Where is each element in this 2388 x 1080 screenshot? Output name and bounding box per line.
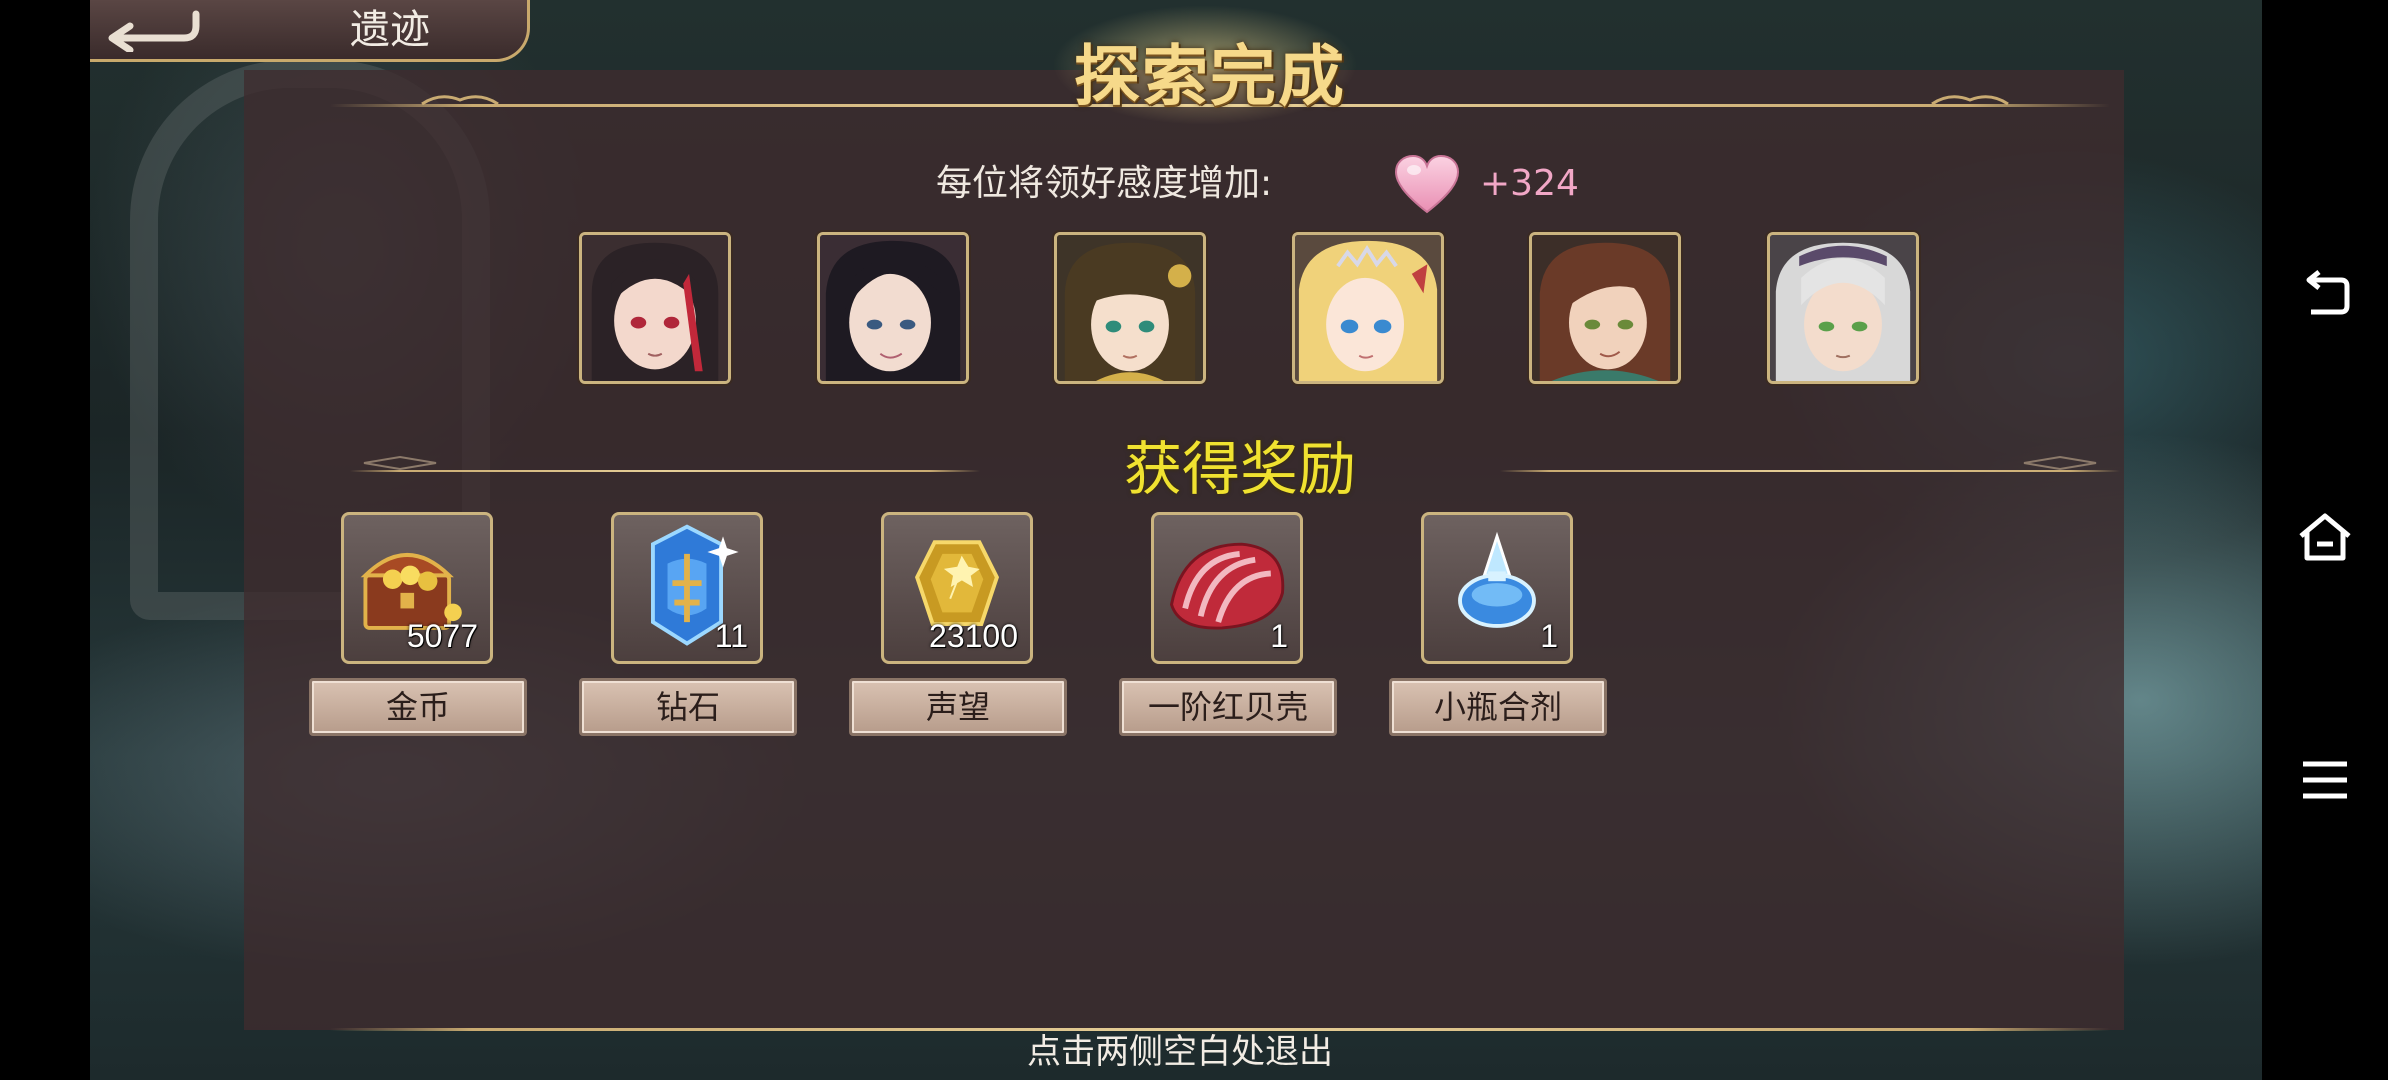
- reward-count: 23100: [929, 618, 1018, 654]
- reward-item-diamond[interactable]: 11: [611, 512, 763, 664]
- general-portrait-1[interactable]: [579, 232, 731, 384]
- reward-count: 1: [1540, 618, 1558, 654]
- reward-label-prestige: 声望: [849, 678, 1067, 736]
- reward-count: 1: [1270, 618, 1288, 654]
- reward-item-gold[interactable]: 5077: [341, 512, 493, 664]
- rewards-divider-right: [1500, 470, 2120, 472]
- reward-item-prestige[interactable]: 23100: [881, 512, 1033, 664]
- reward-count: 5077: [406, 618, 478, 654]
- back-arrow-icon[interactable]: [100, 4, 210, 52]
- character-face-icon: [1057, 235, 1203, 381]
- general-portrait-2[interactable]: [817, 232, 969, 384]
- reward-item-red-shell[interactable]: 1: [1151, 512, 1303, 664]
- page-title: 遗迹: [350, 7, 430, 53]
- general-portrait-6[interactable]: [1767, 232, 1919, 384]
- reward-count: 11: [714, 618, 748, 654]
- divider-flourish-icon: [421, 95, 499, 106]
- exit-hint: 点击两侧空白处退出: [1027, 1032, 1333, 1072]
- nav-menu-icon[interactable]: [2295, 750, 2355, 810]
- affection-value: +324: [1480, 163, 1579, 204]
- reward-label-potion: 小瓶合剂: [1389, 678, 1607, 736]
- reward-label-gold: 金币: [309, 678, 527, 736]
- character-face-icon: [1295, 235, 1441, 381]
- heart-icon: [1394, 154, 1460, 214]
- affection-label: 每位将领好感度增加:: [936, 163, 1273, 204]
- character-face-icon: [1770, 235, 1916, 381]
- divider-flourish-icon: [2023, 456, 2097, 470]
- rewards-title: 获得奖励: [1123, 435, 1356, 503]
- character-face-icon: [820, 235, 966, 381]
- general-portrait-5[interactable]: [1529, 232, 1681, 384]
- exploration-complete-banner: 探索完成: [1074, 37, 1346, 115]
- general-portrait-4[interactable]: [1292, 232, 1444, 384]
- character-face-icon: [582, 235, 728, 381]
- rewards-divider-left: [350, 470, 980, 472]
- nav-back-icon[interactable]: [2295, 266, 2355, 326]
- divider-flourish-icon: [363, 456, 437, 470]
- character-face-icon: [1532, 235, 1678, 381]
- reward-item-potion[interactable]: 1: [1421, 512, 1573, 664]
- reward-label-diamond: 钻石: [579, 678, 797, 736]
- divider-flourish-icon: [1931, 95, 2009, 106]
- reward-label-red-shell: 一阶红贝壳: [1119, 678, 1337, 736]
- nav-home-icon[interactable]: [2295, 508, 2355, 568]
- general-portrait-3[interactable]: [1054, 232, 1206, 384]
- left-letterbox: [0, 0, 90, 1080]
